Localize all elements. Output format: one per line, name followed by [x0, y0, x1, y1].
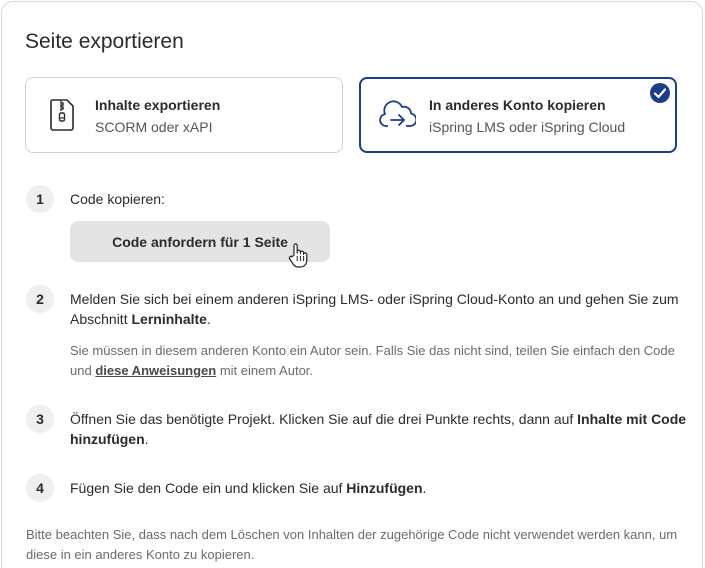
option-export-content[interactable]: Inhalte exportieren SCORM oder xAPI [25, 77, 343, 153]
step-4-bold-action: Hinzufügen [346, 480, 423, 496]
step-number-1: 1 [26, 185, 54, 213]
step-2-text-end: . [206, 311, 211, 327]
instructions-link[interactable]: diese Anweisungen [95, 363, 216, 378]
step-1-text: Code kopieren: [70, 191, 165, 207]
step-2-bold-section: Lerninhalte [131, 311, 207, 327]
option-copy-subtitle: iSpring LMS oder iSpring Cloud [429, 119, 626, 135]
option-copy-to-account[interactable]: In anderes Konto kopieren iSpring LMS od… [359, 77, 677, 153]
option-export-subtitle: SCORM oder xAPI [95, 119, 213, 135]
hand-cursor-icon [288, 243, 308, 268]
step-2-note-end: mit einem Autor. [216, 363, 314, 378]
step-3-text: Öffnen Sie das benötigte Projekt. Klicke… [70, 409, 690, 449]
step-4-text-end: . [422, 480, 427, 496]
dialog-title: Seite exportieren [25, 30, 184, 53]
zip-file-icon [50, 99, 74, 131]
step-number-4: 4 [26, 474, 54, 502]
option-copy-title: In anderes Konto kopieren [429, 97, 606, 113]
step-2-text: Melden Sie sich bei einem anderen iSprin… [70, 289, 690, 329]
option-export-title: Inhalte exportieren [95, 97, 221, 113]
step-4-text-part: Fügen Sie den Code ein und klicken Sie a… [70, 480, 347, 496]
step-3-text-part: Öffnen Sie das benötigte Projekt. Klicke… [70, 411, 578, 427]
step-3-text-end: . [144, 431, 149, 447]
export-dialog: Seite exportieren Inhalte exportieren SC… [1, 1, 703, 568]
step-number-3: 3 [26, 405, 54, 433]
step-number-2: 2 [26, 285, 54, 313]
step-2-note: Sie müssen in diesem anderen Konto ein A… [70, 341, 690, 381]
footer-note: Bitte beachten Sie, dass nach dem Lösche… [26, 527, 678, 562]
check-circle-icon [650, 83, 670, 103]
cloud-transfer-icon [379, 100, 416, 127]
step-4-text: Fügen Sie den Code ein und klicken Sie a… [70, 478, 690, 498]
